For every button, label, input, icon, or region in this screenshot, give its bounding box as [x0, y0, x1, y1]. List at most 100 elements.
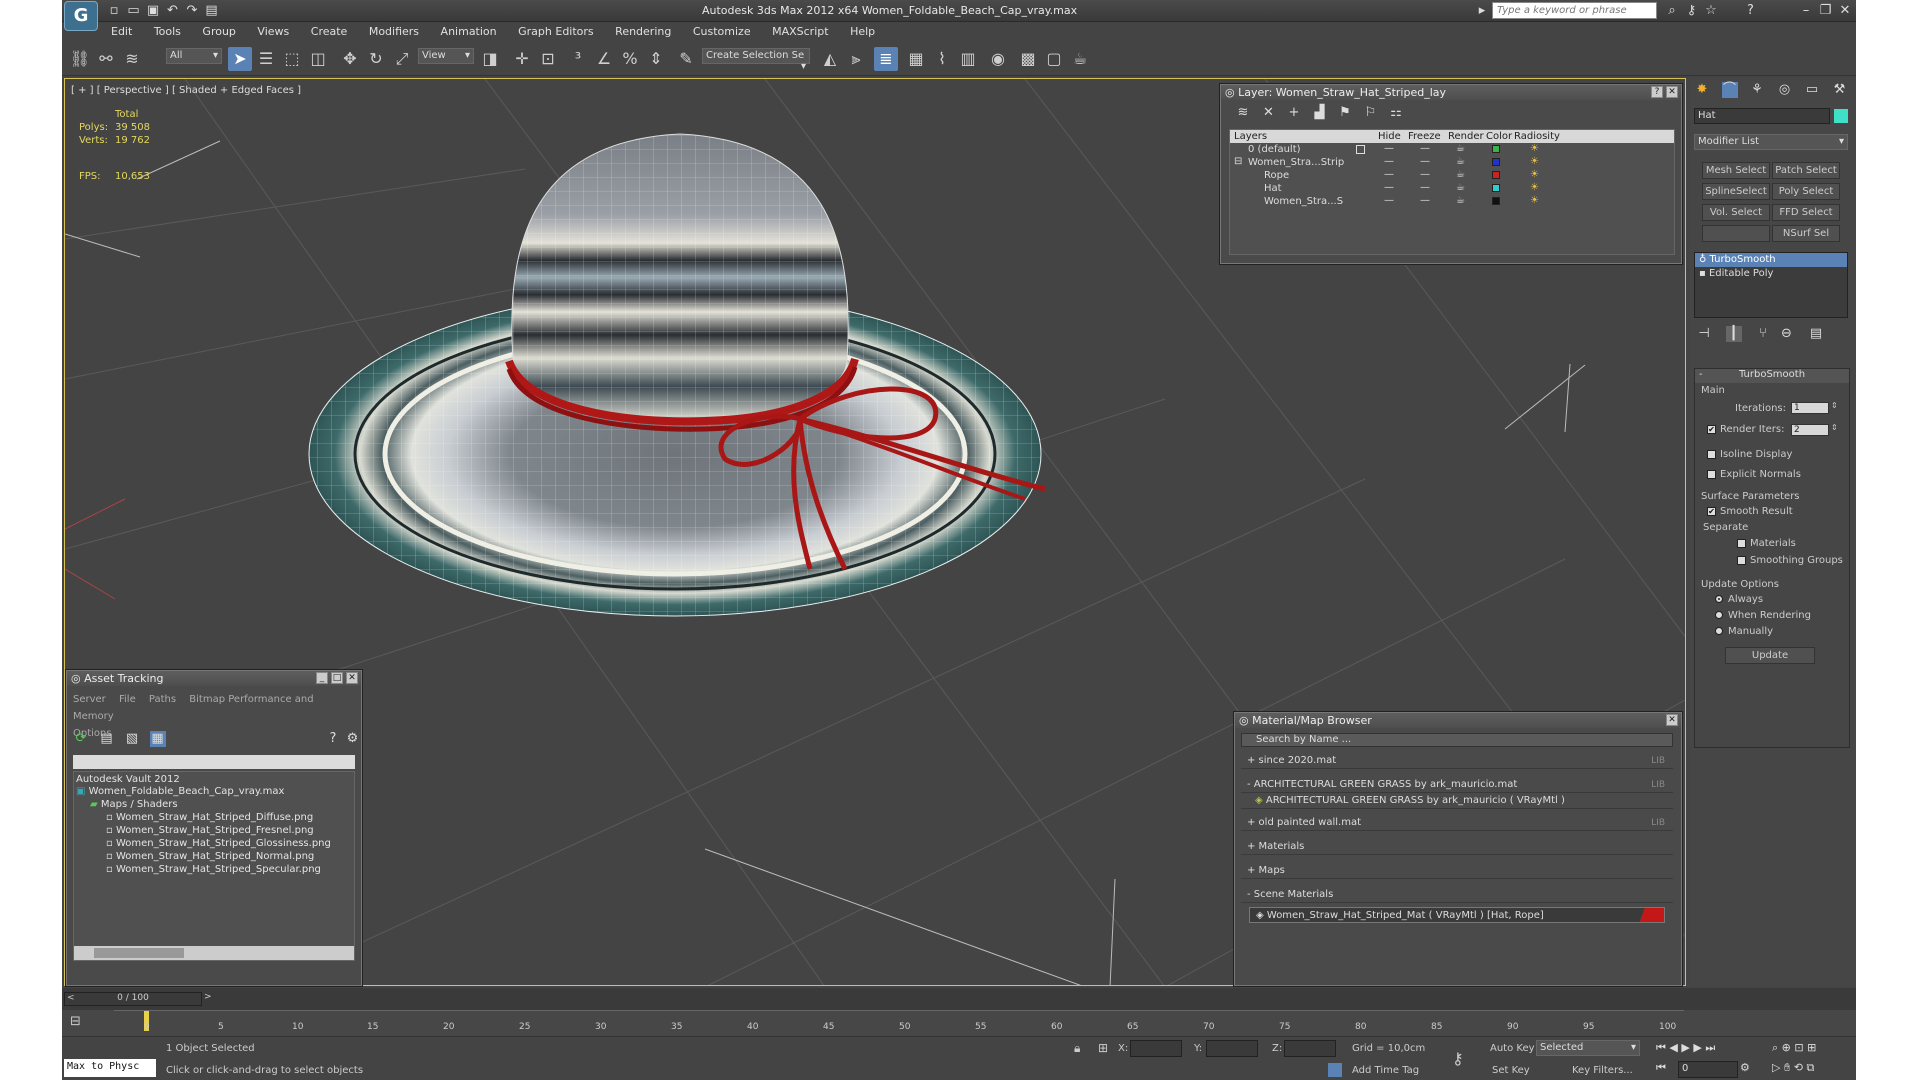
- track-bar[interactable]: ⊟ 0 5 10 15 20 25 30 35 40 45 50 55 60 6…: [62, 1010, 1856, 1036]
- mirror-icon[interactable]: ◭: [818, 47, 842, 71]
- layer-row[interactable]: 0 (default) — — ☕ ☀: [1230, 143, 1674, 156]
- open-file-icon[interactable]: ▭: [126, 3, 142, 19]
- freeze-icon[interactable]: —: [1420, 182, 1430, 193]
- spline-select-button[interactable]: SplineSelect: [1702, 183, 1770, 200]
- go-to-end-icon[interactable]: ⏭︎: [1705, 1041, 1715, 1054]
- hide-all-layers-icon[interactable]: ⚏: [1388, 105, 1404, 121]
- group-row[interactable]: + Maps: [1241, 863, 1673, 879]
- maps-folder-node[interactable]: ▰ Maps / Shaders: [74, 798, 354, 811]
- max-file-node[interactable]: ▣ Women_Foldable_Beach_Cap_vray.max: [74, 785, 354, 798]
- motion-tab-icon[interactable]: ◎: [1777, 82, 1793, 98]
- col-hide[interactable]: Hide: [1378, 131, 1401, 142]
- search-input[interactable]: Type a keyword or phrase: [1492, 2, 1657, 19]
- current-frame-field[interactable]: 0: [1678, 1061, 1738, 1078]
- selection-region-icon[interactable]: ⬚: [280, 47, 304, 71]
- snaps-toggle-icon[interactable]: ³: [566, 47, 590, 71]
- zoom-all-icon[interactable]: ⊕: [1782, 1041, 1791, 1054]
- orbit-icon[interactable]: ⟲: [1794, 1061, 1803, 1074]
- menu-views[interactable]: Views: [248, 23, 298, 40]
- iterations-spinner[interactable]: 1: [1791, 402, 1829, 414]
- menu-file[interactable]: File: [119, 694, 136, 705]
- col-render[interactable]: Render: [1448, 131, 1484, 142]
- angle-snap-icon[interactable]: ∠: [592, 47, 616, 71]
- layer-color-swatch[interactable]: [1492, 145, 1500, 153]
- maximize-viewport-icon[interactable]: ⧉: [1806, 1061, 1814, 1074]
- menu-help[interactable]: Help: [841, 23, 884, 40]
- spinner-arrows-icon[interactable]: ⇕: [1831, 401, 1838, 410]
- pan-icon[interactable]: ✋︎: [1784, 1061, 1790, 1074]
- save-icon[interactable]: ▣: [145, 3, 161, 19]
- layer-sort-icon[interactable]: ≋: [1235, 105, 1251, 121]
- menu-customize[interactable]: Customize: [684, 23, 760, 40]
- display-tab-icon[interactable]: ▭: [1804, 82, 1820, 98]
- next-frame-icon[interactable]: >: [204, 992, 212, 1002]
- refresh-icon[interactable]: ⟳: [73, 731, 89, 747]
- show-end-result-icon[interactable]: ┃: [1725, 326, 1742, 342]
- hide-icon[interactable]: —: [1384, 169, 1394, 180]
- previous-frame-icon[interactable]: ◀︎: [1669, 1041, 1677, 1054]
- utilities-tab-icon[interactable]: ⚒: [1832, 82, 1848, 98]
- menu-paths[interactable]: Paths: [149, 694, 176, 705]
- material-browser-title-bar[interactable]: ◎ Material/Map Browser ✕: [1235, 713, 1681, 728]
- minimize-icon[interactable]: _: [316, 672, 328, 684]
- radiosity-icon[interactable]: ☀: [1530, 143, 1539, 154]
- object-color-swatch[interactable]: [1834, 109, 1848, 123]
- render-teapot-icon[interactable]: ☕: [1456, 169, 1465, 180]
- vault-node[interactable]: Autodesk Vault 2012: [74, 772, 354, 785]
- make-unique-icon[interactable]: ⑂: [1755, 326, 1771, 342]
- auto-key-button[interactable]: Auto Key: [1490, 1043, 1535, 1054]
- layer-row[interactable]: Women_Stra...S — — ☕ ☀: [1230, 195, 1674, 208]
- prev-frame-icon[interactable]: <: [67, 993, 75, 1003]
- add-time-tag-button[interactable]: Add Time Tag: [1352, 1065, 1419, 1076]
- expand-icon[interactable]: ⊟: [1234, 156, 1242, 167]
- hide-icon[interactable]: —: [1384, 156, 1394, 167]
- pivot-center-icon[interactable]: ◨: [478, 47, 502, 71]
- update-manually-radio[interactable]: Manually: [1715, 626, 1773, 637]
- freeze-icon[interactable]: —: [1420, 195, 1430, 206]
- list-view-icon[interactable]: ▤: [99, 731, 115, 747]
- settings-icon[interactable]: ⚙: [345, 731, 361, 747]
- hierarchy-tab-icon[interactable]: ⚘: [1749, 82, 1765, 98]
- render-teapot-icon[interactable]: ☕: [1456, 182, 1465, 193]
- layer-color-swatch[interactable]: [1492, 171, 1500, 179]
- map-file-item[interactable]: ▫ Women_Straw_Hat_Striped_Fresnel.png: [74, 824, 354, 837]
- group-row[interactable]: - Scene Materials: [1241, 887, 1673, 903]
- patch-select-button[interactable]: Patch Select: [1772, 162, 1840, 179]
- library-row[interactable]: + old painted wall.mat LIB: [1241, 815, 1673, 831]
- radiosity-icon[interactable]: ☀: [1530, 182, 1539, 193]
- z-coord-field[interactable]: [1284, 1040, 1336, 1057]
- render-teapot-icon[interactable]: ☕: [1456, 143, 1465, 154]
- radiosity-icon[interactable]: ☀: [1530, 195, 1539, 206]
- key-mode-toggle-icon[interactable]: ⏮︎: [1656, 1061, 1666, 1075]
- close-icon[interactable]: ✕: [346, 672, 358, 684]
- hide-icon[interactable]: —: [1384, 182, 1394, 193]
- create-tab-icon[interactable]: ✸: [1694, 82, 1710, 98]
- transform-mode-icon[interactable]: ⊞: [1098, 1041, 1108, 1055]
- menu-tools[interactable]: Tools: [145, 23, 190, 40]
- move-icon[interactable]: ✥: [338, 47, 362, 71]
- edit-named-selection-icon[interactable]: ✎: [674, 47, 698, 71]
- lock-selection-icon[interactable]: 🔒︎: [1074, 1041, 1080, 1056]
- undo-icon[interactable]: ↶: [165, 3, 181, 19]
- key-filters-button[interactable]: Key Filters...: [1572, 1065, 1633, 1076]
- binoculars-icon[interactable]: ⌕: [1664, 3, 1680, 19]
- radiosity-icon[interactable]: ☀: [1530, 169, 1539, 180]
- delete-layer-icon[interactable]: ✕: [1261, 105, 1277, 121]
- window-crossing-icon[interactable]: ◫: [306, 47, 330, 71]
- layer-row[interactable]: Hat — — ☕ ☀: [1230, 182, 1674, 195]
- material-row[interactable]: ◈ ARCHITECTURAL GREEN GRASS by ark_mauri…: [1241, 793, 1673, 809]
- help-icon[interactable]: ?: [1743, 3, 1759, 19]
- hide-icon[interactable]: —: [1384, 143, 1394, 154]
- vol-select-button[interactable]: Vol. Select: [1702, 204, 1770, 221]
- menu-bitmap-performance[interactable]: Bitmap Performance and Memory: [73, 694, 314, 722]
- thumbnail-view-icon[interactable]: ▧: [124, 731, 140, 747]
- mini-curve-editor-icon[interactable]: ⊟: [70, 1014, 81, 1029]
- schematic-view-icon[interactable]: ▥: [956, 47, 980, 71]
- zoom-icon[interactable]: ⌕: [1772, 1041, 1778, 1054]
- layer-panel-title-bar[interactable]: ◎ Layer: Women_Straw_Hat_Striped_lay ? ✕: [1221, 85, 1681, 100]
- col-freeze[interactable]: Freeze: [1408, 131, 1441, 142]
- percent-snap-icon[interactable]: %: [618, 47, 642, 71]
- help-icon[interactable]: ?: [325, 731, 341, 747]
- map-file-item[interactable]: ▫ Women_Straw_Hat_Striped_Diffuse.png: [74, 811, 354, 824]
- modifier-list-dropdown[interactable]: Modifier List ▾: [1694, 134, 1848, 150]
